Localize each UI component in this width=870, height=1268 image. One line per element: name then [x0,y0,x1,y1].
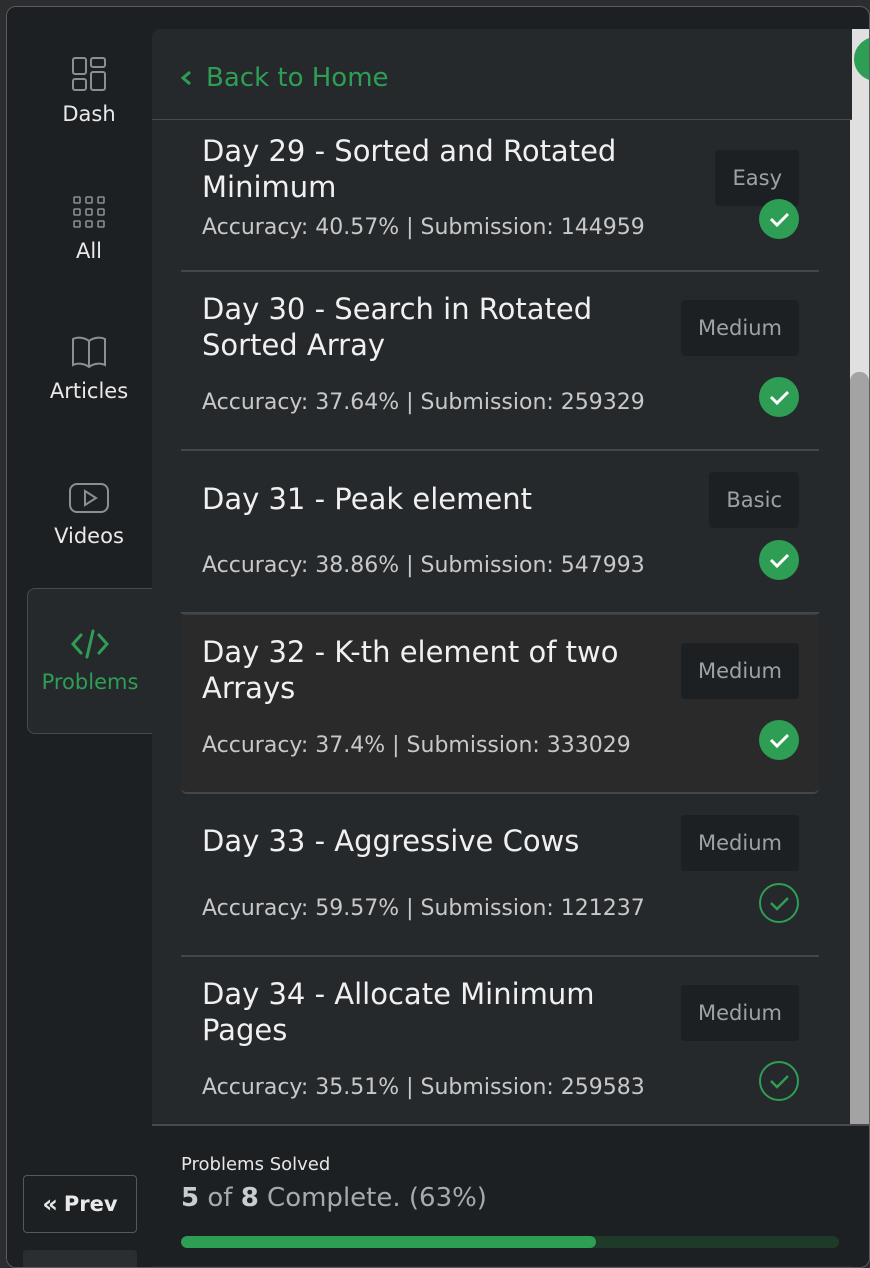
prev-label: Prev [63,1192,118,1216]
problem-stats: Accuracy: 37.64% | Submission: 259329 [202,390,645,415]
problem-stats: Accuracy: 40.57% | Submission: 144959 [202,215,645,240]
difficulty-badge: Medium [681,815,799,871]
difficulty-badge: Basic [709,472,799,528]
total-count: 8 [240,1183,259,1213]
progress-bar-fill [181,1236,596,1248]
sidebar-item-label: Problems [41,670,139,694]
progress-bar [181,1236,839,1248]
sidebar-item-dash[interactable]: Dash [27,19,151,163]
unsolved-check-icon [759,1061,799,1101]
book-icon [72,336,106,369]
progress-panel: Problems Solved 5 of 8 Complete. (63%) [152,1124,869,1266]
back-to-home-label: Back to Home [206,63,389,93]
difficulty-badge: Easy [715,150,799,206]
difficulty-badge: Medium [681,300,799,356]
solved-check-icon [759,720,799,760]
dashboard-icon [72,57,106,91]
problem-stats: Accuracy: 35.51% | Submission: 259583 [202,1075,645,1100]
back-bar: Back to Home [152,29,852,120]
solved-check-icon [759,540,799,580]
problem-title[interactable]: Day 33 - Aggressive Cows [202,823,642,859]
sidebar-item-problems[interactable]: Problems [27,588,152,734]
problem-item[interactable]: Day 32 - K-th element of two Arrays Accu… [181,614,819,794]
sidebar-item-label: Articles [49,379,129,403]
app-frame: Dash All Articles Videos Problems « Prev… [6,6,870,1268]
problem-title[interactable]: Day 30 - Search in Rotated Sorted Array [202,291,642,363]
chevron-left-icon [180,70,191,86]
sidebar: Dash All Articles Videos Problems « Prev [7,7,152,1267]
solved-check-icon [759,199,799,239]
difficulty-badge: Medium [681,643,799,699]
sidebar-item-label: All [75,239,103,263]
problem-title[interactable]: Day 29 - Sorted and Rotated Minimum [202,133,642,205]
sidebar-item-label: Dash [62,102,116,126]
unsolved-check-icon [759,883,799,923]
prev-button[interactable]: « Prev [23,1175,137,1233]
solved-count: 5 [181,1183,200,1213]
sidebar-item-videos[interactable]: Videos [27,443,151,587]
progress-text: 5 of 8 Complete. (63%) [181,1183,487,1213]
difficulty-badge: Medium [681,985,799,1041]
grid-icon [73,196,105,228]
of-text: of [199,1183,241,1213]
problem-item[interactable]: Day 31 - Peak element Accuracy: 38.86% |… [181,451,819,614]
problem-item[interactable]: Day 30 - Search in Rotated Sorted Array … [181,272,819,451]
sidebar-item-label: Videos [54,524,124,548]
scrollbar-thumb[interactable] [850,372,869,1130]
progress-label: Problems Solved [181,1154,331,1175]
code-icon [70,629,110,659]
problem-stats: Accuracy: 59.57% | Submission: 121237 [202,896,645,921]
back-to-home-link[interactable]: Back to Home [180,63,389,93]
problem-title[interactable]: Day 32 - K-th element of two Arrays [202,634,642,706]
problem-title[interactable]: Day 31 - Peak element [202,481,642,517]
video-icon [69,483,109,513]
double-chevron-left-icon: « [42,1190,58,1218]
problem-title[interactable]: Day 34 - Allocate Minimum Pages [202,976,642,1048]
next-button[interactable] [23,1250,137,1267]
sidebar-item-articles[interactable]: Articles [27,297,151,441]
problem-stats: Accuracy: 38.86% | Submission: 547993 [202,553,645,578]
problem-list-panel: Day 29 - Sorted and Rotated Minimum Accu… [152,29,852,1267]
problem-stats: Accuracy: 37.4% | Submission: 333029 [202,733,631,758]
problem-item[interactable]: Day 34 - Allocate Minimum Pages Accuracy… [181,957,819,1137]
problem-item[interactable]: Day 33 - Aggressive Cows Accuracy: 59.57… [181,794,819,957]
complete-text: Complete. (63%) [258,1183,487,1213]
solved-check-icon [759,377,799,417]
sidebar-item-all[interactable]: All [27,157,151,301]
